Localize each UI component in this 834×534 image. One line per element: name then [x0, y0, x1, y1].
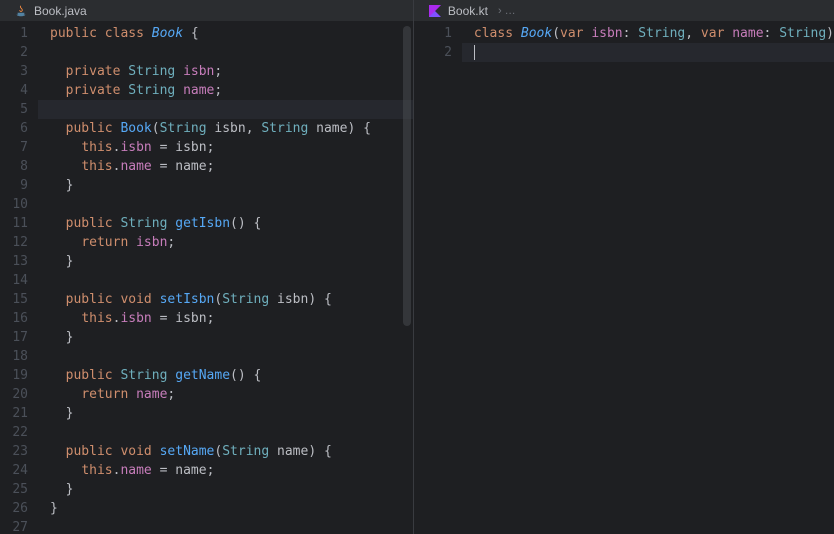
code-line[interactable] [462, 43, 834, 62]
line-number: 24 [0, 461, 38, 480]
line-number: 13 [0, 252, 38, 271]
line-number: 26 [0, 499, 38, 518]
tab-label: Book.kt [448, 4, 488, 18]
line-number: 5 [0, 100, 38, 119]
scrollbar-left[interactable] [401, 22, 413, 534]
code-line[interactable]: } [50, 499, 413, 518]
tab-book-java[interactable]: Book.java [6, 2, 95, 20]
line-number: 8 [0, 157, 38, 176]
line-number: 25 [0, 480, 38, 499]
editor-left[interactable]: 1234567891011121314151617181920212223242… [0, 22, 413, 534]
code-line[interactable]: private String isbn; [50, 62, 413, 81]
code-line[interactable]: public String getName() { [50, 366, 413, 385]
code-line[interactable] [50, 195, 413, 214]
code-line[interactable] [50, 271, 413, 290]
line-number: 4 [0, 81, 38, 100]
line-number: 2 [0, 43, 38, 62]
line-number: 7 [0, 138, 38, 157]
line-number: 22 [0, 423, 38, 442]
code-line[interactable]: private String name; [50, 81, 413, 100]
gutter-right: 12 [414, 22, 462, 534]
line-number: 21 [0, 404, 38, 423]
line-number: 3 [0, 62, 38, 81]
tab-book-kt[interactable]: Book.kt › … [420, 2, 524, 20]
java-file-icon [14, 4, 28, 18]
code-line[interactable]: this.isbn = isbn; [50, 309, 413, 328]
code-line[interactable]: } [50, 252, 413, 271]
code-line[interactable]: class Book(var isbn: String, var name: S… [474, 24, 834, 43]
kotlin-file-icon [428, 4, 442, 18]
code-area-left[interactable]: public class Book { private String isbn;… [38, 22, 413, 534]
code-line[interactable]: this.name = name; [50, 461, 413, 480]
tab-label: Book.java [34, 4, 87, 18]
line-number: 1 [414, 24, 462, 43]
code-line[interactable]: public void setIsbn(String isbn) { [50, 290, 413, 309]
code-line[interactable] [38, 100, 413, 119]
line-number: 20 [0, 385, 38, 404]
code-line[interactable]: public void setName(String name) { [50, 442, 413, 461]
line-number: 18 [0, 347, 38, 366]
code-line[interactable] [50, 423, 413, 442]
code-line[interactable]: public String getIsbn() { [50, 214, 413, 233]
line-number: 11 [0, 214, 38, 233]
code-line[interactable]: } [50, 328, 413, 347]
line-number: 27 [0, 518, 38, 534]
tab-bar-right: Book.kt › … [414, 0, 834, 22]
line-number: 9 [0, 176, 38, 195]
editor-right[interactable]: 12 class Book(var isbn: String, var name… [414, 22, 834, 534]
code-line[interactable] [50, 347, 413, 366]
code-line[interactable]: return name; [50, 385, 413, 404]
line-number: 19 [0, 366, 38, 385]
line-number: 2 [414, 43, 462, 62]
left-pane: Book.java 123456789101112131415161718192… [0, 0, 414, 534]
code-line[interactable]: return isbn; [50, 233, 413, 252]
code-line[interactable]: public Book(String isbn, String name) { [50, 119, 413, 138]
line-number: 12 [0, 233, 38, 252]
code-line[interactable]: } [50, 404, 413, 423]
code-line[interactable]: public class Book { [50, 24, 413, 43]
code-line[interactable]: this.isbn = isbn; [50, 138, 413, 157]
breadcrumb[interactable]: › … [498, 5, 516, 17]
right-pane: Book.kt › … 12 class Book(var isbn: Stri… [414, 0, 834, 534]
gutter-left: 1234567891011121314151617181920212223242… [0, 22, 38, 534]
line-number: 6 [0, 119, 38, 138]
code-line[interactable]: } [50, 176, 413, 195]
line-number: 17 [0, 328, 38, 347]
line-number: 16 [0, 309, 38, 328]
line-number: 23 [0, 442, 38, 461]
code-line[interactable]: } [50, 480, 413, 499]
line-number: 10 [0, 195, 38, 214]
code-line[interactable] [50, 43, 413, 62]
code-line[interactable] [50, 518, 413, 534]
tab-bar-left: Book.java [0, 0, 413, 22]
line-number: 15 [0, 290, 38, 309]
line-number: 14 [0, 271, 38, 290]
scrollbar-thumb[interactable] [403, 26, 411, 326]
line-number: 1 [0, 24, 38, 43]
code-area-right[interactable]: class Book(var isbn: String, var name: S… [462, 22, 834, 534]
code-line[interactable]: this.name = name; [50, 157, 413, 176]
